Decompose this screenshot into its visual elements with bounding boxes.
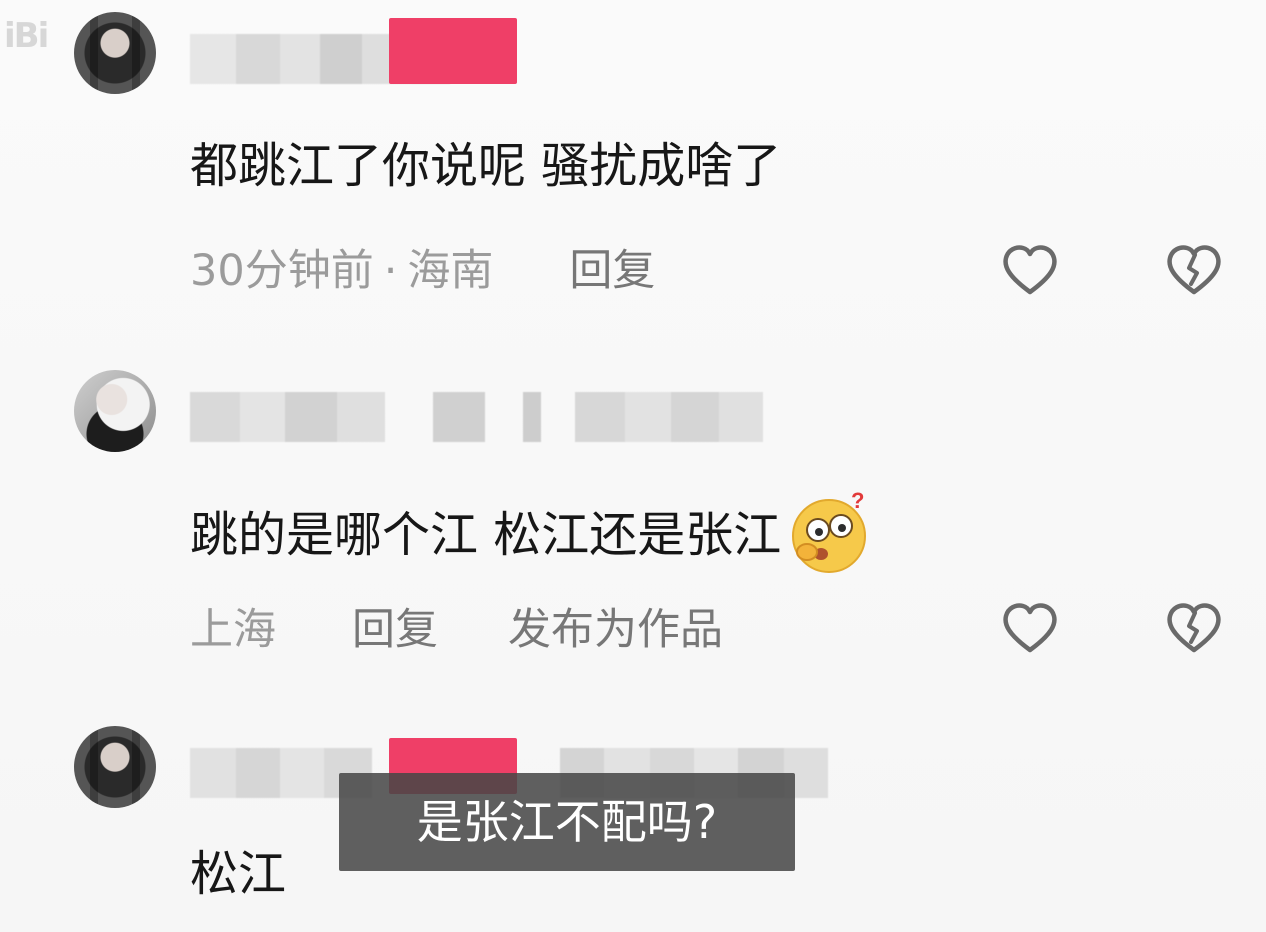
comment-location: 海南 [407, 246, 494, 296]
heart-outline-icon[interactable] [998, 596, 1062, 660]
reply-button[interactable]: 回复 [352, 609, 438, 652]
comment-meta: 30分钟前 · 海南 回复 [190, 250, 655, 293]
meta-separator: · [383, 246, 398, 296]
user-badge-blurred [389, 18, 517, 84]
confused-face-emoji: ? [792, 488, 867, 573]
username-blurred[interactable] [190, 392, 790, 442]
broken-heart-icon[interactable] [1162, 238, 1226, 302]
reply-button[interactable]: 回复 [569, 250, 655, 293]
avatar-hair-detail [74, 726, 156, 808]
comment-location: 上海 [190, 605, 276, 655]
comment-time: 30分钟前 [190, 246, 374, 296]
video-subtitle-caption: 是张江不配吗? [339, 773, 795, 871]
avatar[interactable] [74, 12, 156, 94]
avatar[interactable] [74, 370, 156, 452]
avatar-hair-detail [74, 12, 156, 94]
watermark: iBi [4, 16, 49, 56]
comment-text: 跳的是哪个江 松江还是张江 ? [190, 488, 873, 576]
comment-text-content: 跳的是哪个江 松江还是张江 [190, 507, 782, 563]
broken-heart-icon[interactable] [1162, 596, 1226, 660]
publish-as-work-button[interactable]: 发布为作品 [508, 609, 723, 652]
heart-outline-icon[interactable] [998, 238, 1062, 302]
comment-meta: 上海 回复 发布为作品 [190, 609, 723, 652]
comment-feed-screenshot: iBi 都跳江了你说呢 骚扰成啥了 30分钟前 · 海南 回复 跳的是哪个江 松江还是… [0, 0, 1266, 932]
comment-text: 都跳江了你说呢 骚扰成啥了 [190, 138, 782, 194]
comment-text: 松江 [190, 846, 287, 902]
svg-text:?: ? [851, 488, 864, 513]
avatar[interactable] [74, 726, 156, 808]
